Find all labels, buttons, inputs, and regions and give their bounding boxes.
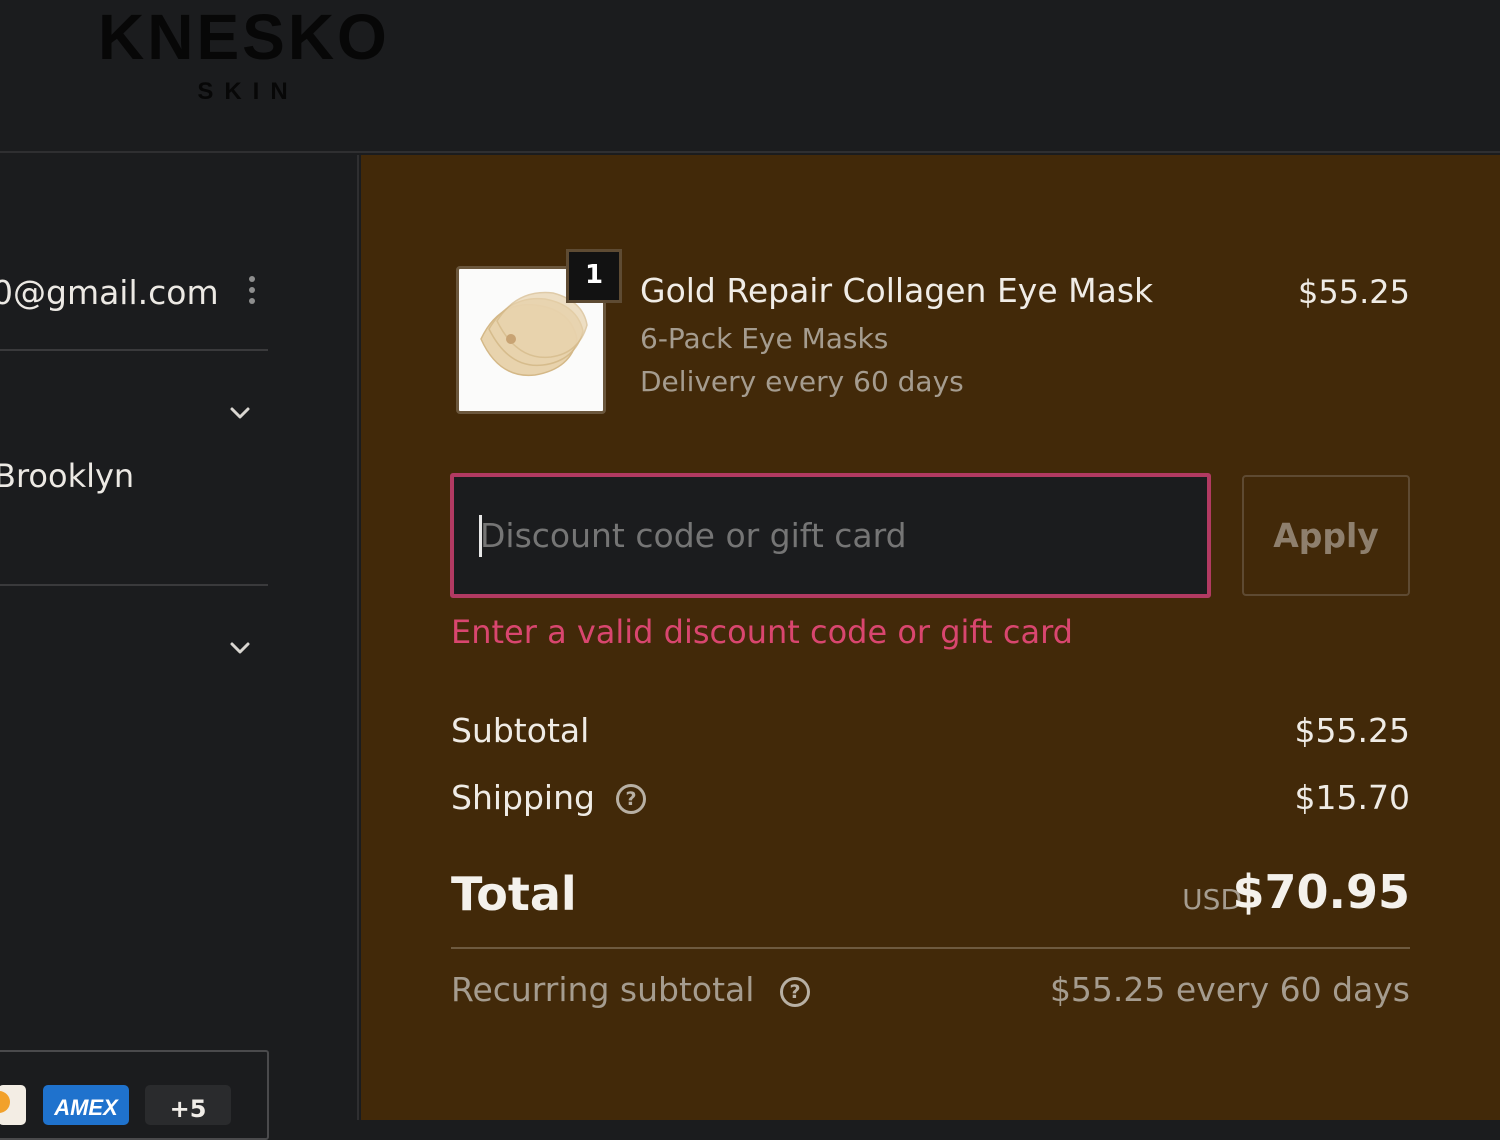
subtotal-value: $55.25 [1294,711,1410,750]
subtotal-label: Subtotal [451,711,590,750]
mastercard-icon [0,1085,26,1125]
section-divider [0,349,268,351]
recurring-subtotal-label: Recurring subtotal [451,970,755,1009]
chevron-down-icon[interactable] [226,634,254,662]
question-circle-icon[interactable]: ? [780,977,810,1007]
section-divider [0,584,268,586]
shipping-value: $15.70 [1294,778,1410,817]
summary-divider [451,947,1410,949]
brand-name: KNESKO [98,1,390,73]
contact-email: 0@gmail.com [0,273,219,312]
address-city: Brooklyn [0,457,135,495]
discount-error-message: Enter a valid discount code or gift card [451,613,1073,651]
site-header: KNESKO SKIN [0,0,1500,153]
amex-icon: AMEX [43,1085,129,1125]
product-name: Gold Repair Collagen Eye Mask [640,271,1154,310]
total-label: Total [451,867,577,921]
shipping-label: Shipping [451,778,595,817]
product-variant: 6-Pack Eye Masks [640,322,889,355]
recurring-subtotal-value: $55.25 every 60 days [1049,970,1410,1009]
question-circle-icon[interactable]: ? [616,784,646,814]
text-cursor [479,515,482,557]
apply-discount-button[interactable]: Apply [1242,475,1410,596]
brand-tagline: SKIN [197,78,299,105]
chevron-down-icon[interactable] [226,399,254,427]
brand-logo[interactable]: KNESKO SKIN [98,4,388,106]
order-summary: 1 Gold Repair Collagen Eye Mask 6-Pack E… [361,155,1500,1120]
kebab-menu-icon[interactable] [238,270,266,310]
checkout-main-column: 0@gmail.com Brooklyn AMEX +5 [0,155,359,1140]
quantity-badge: 1 [566,249,622,303]
product-price: $55.25 [1298,273,1410,311]
total-value: $70.95 [1232,865,1410,919]
more-payment-methods-badge: +5 [145,1085,231,1125]
delivery-frequency: Delivery every 60 days [640,365,964,398]
discount-code-input[interactable] [450,473,1211,598]
